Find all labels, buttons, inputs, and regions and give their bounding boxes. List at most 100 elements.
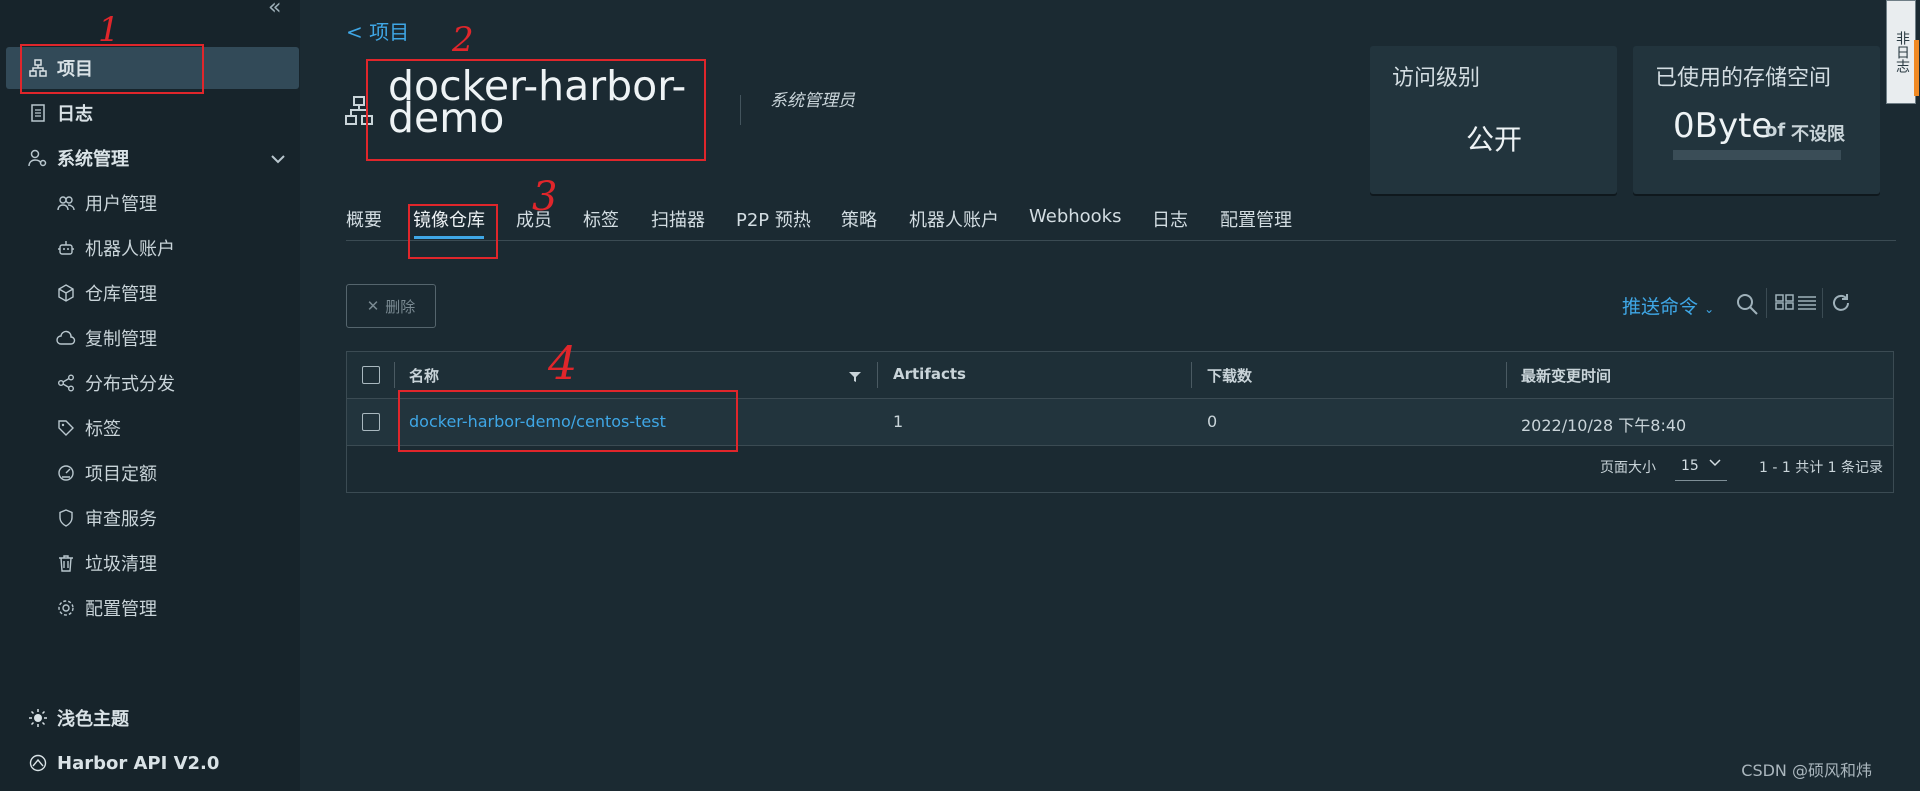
tab-scanner[interactable]: 扫描器 — [651, 206, 705, 232]
sidebar-item-label: 机器人账户 — [85, 239, 175, 260]
gauge-icon — [56, 463, 76, 483]
column-separator — [394, 362, 395, 388]
annotation-label-1: 1 — [98, 10, 120, 50]
access-level-card: 访问级别 公开 — [1370, 46, 1617, 194]
collapse-sidebar-icon[interactable]: « — [268, 0, 288, 19]
tab-labels[interactable]: 标签 — [583, 206, 619, 232]
project-tabs: 概要 镜像仓库 成员 标签 扫描器 P2P 预热 策略 机器人账户 Webhoo… — [346, 200, 1896, 241]
filter-icon[interactable] — [849, 368, 861, 387]
box-icon — [56, 283, 76, 303]
toolbar-divider — [1822, 288, 1823, 318]
header-divider — [740, 95, 741, 125]
harbor-api-link[interactable]: Harbor API V2.0 — [0, 742, 300, 784]
column-header-downloads[interactable]: 下载数 — [1207, 365, 1252, 386]
page-size-label: 页面大小 — [1600, 460, 1656, 476]
card-view-icon[interactable] — [1775, 292, 1795, 316]
list-view-icon[interactable] — [1797, 292, 1817, 316]
storage-title: 已使用的存储空间 — [1655, 66, 1832, 91]
sidebar-item-quotas[interactable]: 项目定额 — [0, 452, 300, 494]
trash-icon — [56, 553, 76, 573]
sidebar-item-label: 日志 — [57, 104, 93, 125]
column-header-updated[interactable]: 最新变更时间 — [1521, 365, 1611, 386]
delete-label: 删除 — [385, 297, 416, 316]
api-icon — [28, 753, 48, 773]
sidebar-item-label: 标签 — [85, 419, 121, 440]
access-level-title: 访问级别 — [1392, 66, 1481, 91]
sidebar-item-label: 垃圾清理 — [85, 554, 157, 575]
theme-toggle[interactable]: 浅色主题 — [0, 697, 300, 739]
annotation-box-4 — [398, 390, 738, 452]
annotation-label-2: 2 — [452, 20, 474, 60]
sidebar-item-users[interactable]: 用户管理 — [0, 182, 300, 224]
sidebar-item-distribution[interactable]: 分布式分发 — [0, 362, 300, 404]
refresh-icon[interactable] — [1830, 292, 1852, 319]
annotation-label-3: 3 — [532, 174, 558, 220]
annotation-label-4: 4 — [548, 336, 578, 390]
api-label: Harbor API V2.0 — [57, 752, 220, 774]
storage-card: 已使用的存储空间 0Byte of 不设限 — [1633, 46, 1880, 194]
side-tab-accent — [1914, 40, 1919, 96]
row-checkbox[interactable] — [362, 413, 380, 431]
chevron-down-icon — [1709, 455, 1721, 471]
gear-icon — [56, 598, 76, 618]
sidebar-item-gc[interactable]: 垃圾清理 — [0, 542, 300, 584]
tab-webhooks[interactable]: Webhooks — [1029, 206, 1121, 227]
column-header-artifacts[interactable]: Artifacts — [893, 365, 966, 383]
sidebar-item-logs[interactable]: 日志 — [0, 92, 300, 134]
annotation-box-2 — [366, 59, 706, 161]
storage-limit-label: 不设限 — [1791, 124, 1845, 145]
log-icon — [28, 103, 48, 123]
page-size-select[interactable]: 15 — [1675, 452, 1727, 481]
sidebar-item-label: 复制管理 — [85, 329, 157, 350]
pagination-summary: 1 - 1 共计 1 条记录 — [1759, 460, 1884, 476]
column-header-name[interactable]: 名称 — [409, 365, 439, 386]
annotation-box-3 — [408, 204, 498, 259]
cloud-icon — [56, 328, 76, 348]
back-to-projects-link[interactable]: < 项目 — [346, 16, 409, 45]
tab-summary[interactable]: 概要 — [346, 206, 382, 232]
user-role: 系统管理员 — [770, 91, 855, 111]
column-separator — [1506, 362, 1507, 388]
sidebar-item-label: 配置管理 — [85, 599, 157, 620]
storage-progress-bar — [1673, 150, 1841, 160]
tab-robot-accounts[interactable]: 机器人账户 — [909, 206, 999, 232]
chevron-down-icon: ⌄ — [1704, 302, 1715, 316]
robot-icon — [56, 238, 76, 258]
watermark: CSDN @硕风和炜 — [1741, 761, 1872, 780]
sidebar-item-label: 用户管理 — [85, 194, 157, 215]
tab-logs[interactable]: 日志 — [1152, 206, 1188, 232]
push-command-label: 推送命令 — [1622, 296, 1699, 318]
theme-label: 浅色主题 — [57, 709, 129, 730]
side-feedback-tab[interactable]: 非日志 — [1886, 0, 1916, 104]
page-size-value: 15 — [1681, 458, 1699, 474]
annotation-box-1 — [20, 44, 204, 94]
sidebar-item-admin[interactable]: 系统管理 — [0, 137, 300, 179]
sidebar-item-label: 系统管理 — [57, 149, 129, 170]
delete-button[interactable]: ✕ 删除 — [346, 284, 436, 328]
artifacts-count: 1 — [893, 412, 904, 431]
sidebar-item-label: 项目定额 — [85, 464, 157, 485]
tab-policy[interactable]: 策略 — [841, 206, 877, 232]
push-command-dropdown[interactable]: 推送命令 ⌄ — [1622, 292, 1714, 319]
tab-configuration[interactable]: 配置管理 — [1220, 206, 1292, 232]
sidebar: « 项目 日志 系统管理 用户管理 机器人账户 仓库管理 复制管理 分布式分发 … — [0, 0, 300, 791]
search-icon[interactable] — [1735, 292, 1759, 321]
column-separator — [1191, 362, 1192, 388]
sidebar-item-robots[interactable]: 机器人账户 — [0, 227, 300, 269]
access-level-value: 公开 — [1466, 123, 1523, 156]
chevron-down-icon[interactable] — [270, 149, 286, 168]
tab-p2p-preheat[interactable]: P2P 预热 — [736, 206, 811, 232]
sidebar-item-interrogation[interactable]: 审查服务 — [0, 497, 300, 539]
sidebar-item-replication[interactable]: 复制管理 — [0, 317, 300, 359]
column-separator — [877, 362, 878, 388]
last-updated: 2022/10/28 下午8:40 — [1521, 416, 1687, 435]
sidebar-item-config[interactable]: 配置管理 — [0, 587, 300, 629]
shield-icon — [56, 508, 76, 528]
select-all-checkbox[interactable] — [362, 366, 380, 384]
sidebar-item-label: 仓库管理 — [85, 284, 157, 305]
sidebar-item-registries[interactable]: 仓库管理 — [0, 272, 300, 314]
sidebar-item-labels[interactable]: 标签 — [0, 407, 300, 449]
sidebar-item-label: 审查服务 — [85, 509, 157, 530]
share-icon — [56, 373, 76, 393]
users-icon — [56, 193, 76, 213]
